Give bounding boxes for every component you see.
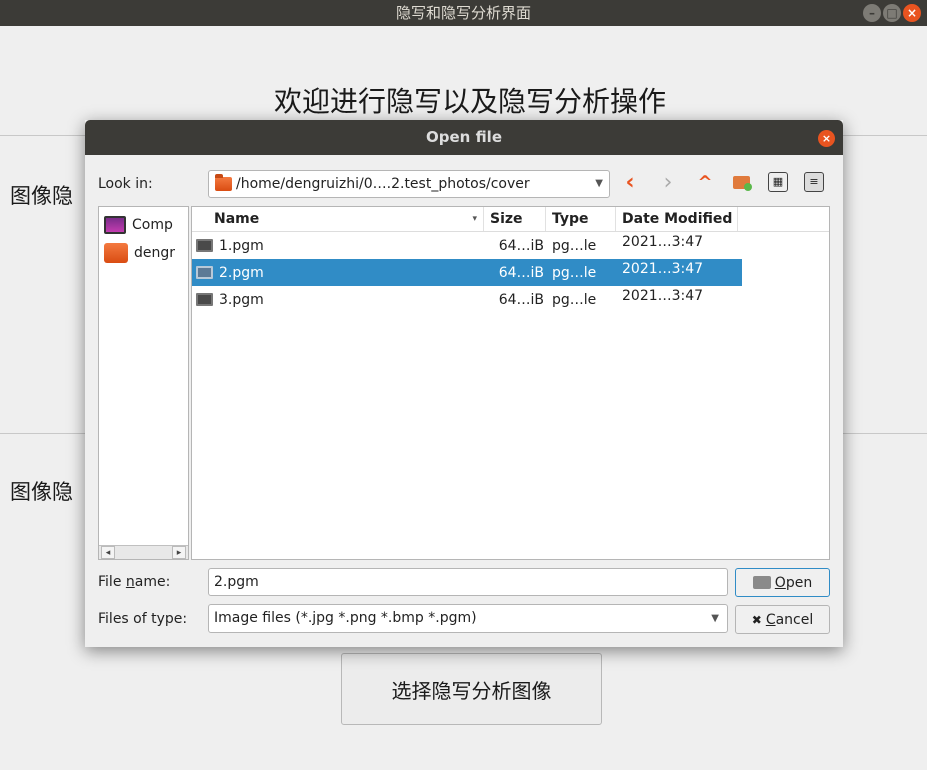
maximize-button[interactable]: □ [883, 4, 901, 22]
main-heading: 欢迎进行隐写以及隐写分析操作 [273, 85, 666, 118]
file-row-selected[interactable]: 2.pgm 64…iB pg…le 2021…3:47 [192, 259, 742, 286]
new-folder-icon [732, 176, 752, 191]
file-size: 64…iB [498, 291, 544, 308]
file-type: pg…le [552, 237, 597, 254]
file-name: 3.pgm [219, 291, 264, 308]
cancel-icon: ✖ [751, 612, 762, 627]
chevron-down-icon: ▼ [711, 613, 719, 624]
file-size: 64…iB [498, 264, 544, 281]
file-size: 64…iB [498, 237, 544, 254]
image-file-icon [196, 266, 213, 279]
select-analysis-image-button[interactable]: 选择隐写分析图像 [341, 653, 602, 725]
image-file-icon [196, 239, 213, 252]
column-header-type[interactable]: Type [546, 207, 616, 231]
column-header-name[interactable]: Name ▾ [192, 207, 484, 231]
open-button[interactable]: Open [735, 568, 830, 597]
column-header-date-modified[interactable]: Date Modified [616, 207, 738, 231]
back-button[interactable]: ‹ [619, 172, 641, 194]
sort-indicator-icon: ▾ [472, 214, 477, 224]
path-text: /home/dengruizhi/0….2.test_photos/cover [236, 176, 530, 192]
file-name-input[interactable]: 2.pgm [208, 568, 728, 596]
image-file-icon [196, 293, 213, 306]
file-date: 2021…3:47 [622, 233, 704, 250]
file-name-label-part: ame: [134, 574, 171, 590]
window-close-button[interactable]: × [903, 4, 921, 22]
file-name: 2.pgm [219, 264, 264, 281]
files-of-type-combo[interactable]: Image files (*.jpg *.png *.bmp *.pgm) ▼ [208, 604, 728, 633]
column-header-size[interactable]: Size [484, 207, 546, 231]
files-of-type-label: Files of type: [98, 611, 188, 627]
computer-icon [104, 216, 126, 234]
new-folder-button[interactable] [730, 172, 752, 194]
scroll-left-arrow[interactable]: ◂ [101, 546, 115, 559]
places-sidebar: Comp dengr ◂ ▸ [98, 206, 189, 560]
sidebar-item-label: dengr [134, 245, 176, 261]
file-date: 2021…3:47 [622, 260, 704, 277]
detail-view-button[interactable]: ≡ [804, 172, 824, 192]
path-combo[interactable]: /home/dengruizhi/0….2.test_photos/cover … [208, 170, 610, 198]
file-list-header: Name ▾ Size Type Date Modified [192, 207, 829, 232]
chevron-down-icon: ▼ [595, 178, 603, 189]
dialog-title: Open file [426, 128, 502, 146]
main-title-bar: 隐写和隐写分析界面 – □ × [0, 0, 927, 26]
main-window-title: 隐写和隐写分析界面 [395, 4, 531, 22]
image-steganalysis-label: 图像隐 [10, 480, 73, 504]
file-type: pg…le [552, 264, 597, 281]
file-name-label-mnemonic: n [125, 574, 135, 590]
sidebar-item-home[interactable]: dengr [99, 239, 188, 267]
file-name: 1.pgm [219, 237, 264, 254]
file-name-label-part: File [98, 574, 126, 590]
file-type: pg…le [552, 291, 597, 308]
list-view-button[interactable]: ▦ [768, 172, 788, 192]
file-date: 2021…3:47 [622, 287, 704, 304]
dialog-close-button[interactable]: × [818, 130, 835, 147]
dialog-title-bar: Open file × [85, 120, 843, 155]
folder-icon [104, 243, 128, 263]
column-name-label: Name [214, 211, 260, 227]
file-row[interactable]: 3.pgm 64…iB pg…le 2021…3:47 [192, 286, 829, 313]
look-in-label: Look in: [98, 176, 153, 192]
window-controls: – □ × [863, 4, 921, 22]
file-name-label: File name: [98, 574, 170, 590]
cancel-label: ancel [775, 611, 814, 628]
scroll-right-arrow[interactable]: ▸ [172, 546, 186, 559]
folder-icon [215, 174, 232, 191]
open-label: pen [785, 574, 813, 591]
sidebar-horizontal-scrollbar[interactable]: ◂ ▸ [99, 545, 188, 559]
open-mnemonic: O [774, 574, 786, 591]
files-of-type-value: Image files (*.jpg *.png *.bmp *.pgm) [214, 610, 477, 626]
minimize-button[interactable]: – [863, 4, 881, 22]
open-file-dialog: Open file × Look in: /home/dengruizhi/0…… [85, 120, 843, 647]
sidebar-item-label: Comp [132, 217, 173, 233]
file-list: Name ▾ Size Type Date Modified 1.pgm 64…… [191, 206, 830, 560]
folder-icon [752, 576, 771, 589]
forward-button[interactable]: › [657, 172, 679, 194]
file-row[interactable]: 1.pgm 64…iB pg…le 2021…3:47 [192, 232, 829, 259]
cancel-button[interactable]: ✖ Cancel [735, 605, 830, 634]
cancel-mnemonic: C [765, 611, 776, 628]
image-steganography-label: 图像隐 [10, 184, 73, 208]
sidebar-item-computer[interactable]: Comp [99, 211, 188, 239]
parent-directory-button[interactable]: ^ [694, 172, 716, 194]
